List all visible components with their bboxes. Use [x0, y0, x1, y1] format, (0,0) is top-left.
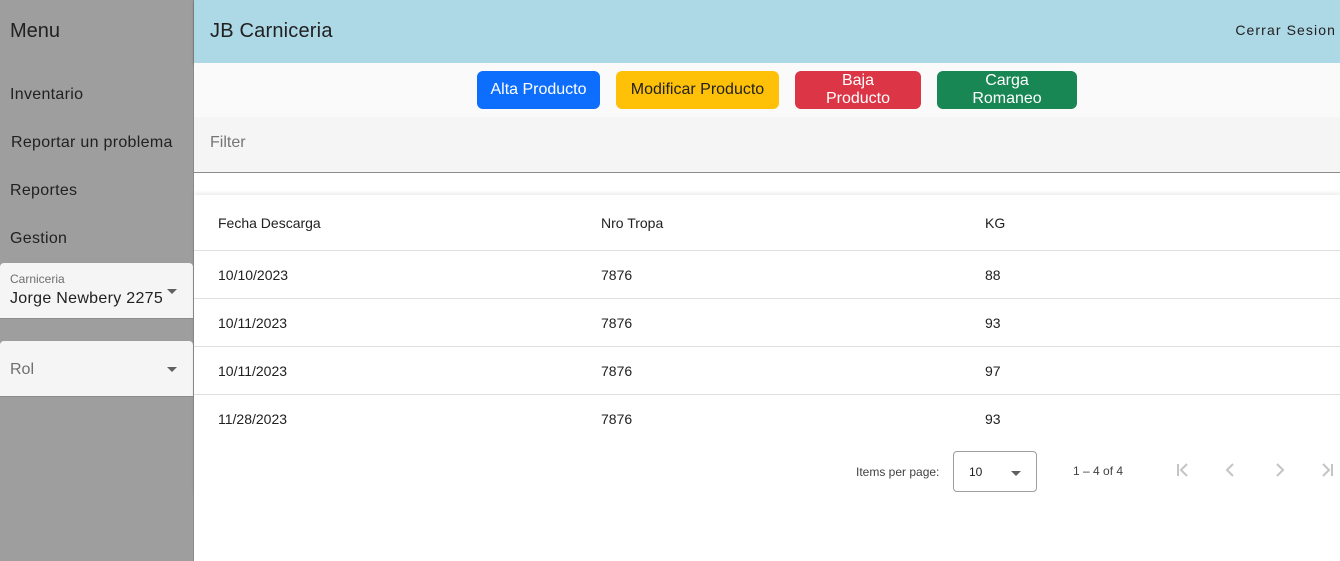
table-header-row: Fecha Descarga Nro Tropa KG [194, 195, 1340, 251]
cell-fecha-descarga: 10/11/2023 [218, 314, 288, 331]
last-page-icon[interactable] [1313, 457, 1340, 485]
sidebar-item-reportes[interactable]: Reportes [10, 182, 77, 200]
cell-nro-tropa: 7876 [601, 266, 633, 283]
sidebar-item-gestion[interactable]: Gestion [10, 230, 67, 248]
filter-input[interactable] [210, 134, 810, 152]
cell-kg: 88 [985, 266, 1001, 283]
column-header-kg[interactable]: KG [985, 215, 1005, 231]
column-header-fecha-descarga[interactable]: Fecha Descarga [218, 215, 321, 231]
paginator: Items per page: 10 1 – 4 of 4 [194, 447, 1340, 497]
items-per-page-label: Items per page: [856, 465, 940, 479]
column-header-nro-tropa[interactable]: Nro Tropa [601, 215, 663, 231]
table-row[interactable]: 11/28/2023 7876 93 [194, 395, 1340, 443]
modificar-producto-button[interactable]: Modificar Producto [616, 71, 779, 109]
table-row[interactable]: 10/10/2023 7876 88 [194, 251, 1340, 299]
table-row[interactable]: 10/11/2023 7876 97 [194, 347, 1340, 395]
carniceria-select[interactable]: Carniceria Jorge Newbery 2275 [0, 263, 193, 319]
first-page-icon[interactable] [1169, 457, 1197, 485]
rol-select[interactable]: Rol [0, 341, 193, 397]
cell-fecha-descarga: 10/11/2023 [218, 362, 288, 379]
menu-title: Menu [10, 20, 61, 42]
prev-page-glyph [1225, 463, 1234, 477]
carniceria-select-label: Carniceria [10, 272, 65, 286]
cell-nro-tropa: 7876 [601, 314, 633, 331]
action-bar: Alta Producto Modificar Producto Baja Pr… [194, 63, 1340, 117]
cell-fecha-descarga: 11/28/2023 [218, 411, 288, 427]
cell-kg: 93 [985, 411, 1001, 427]
first-page-glyph [1177, 463, 1188, 477]
baja-producto-button[interactable]: Baja Producto [795, 71, 921, 109]
cell-nro-tropa: 7876 [601, 362, 633, 379]
cell-nro-tropa: 7876 [601, 411, 633, 427]
last-page-glyph [1322, 463, 1333, 477]
app-title: JB Carniceria [210, 20, 333, 42]
prev-page-icon[interactable] [1217, 457, 1245, 485]
cell-kg: 97 [985, 362, 1001, 379]
page-range-label: 1 – 4 of 4 [1073, 464, 1124, 478]
next-page-icon[interactable] [1265, 457, 1293, 485]
alta-producto-button[interactable]: Alta Producto [477, 71, 600, 109]
dropdown-arrow-icon [167, 367, 177, 372]
cell-fecha-descarga: 10/10/2023 [218, 266, 289, 283]
dropdown-arrow-icon [167, 289, 177, 294]
rol-select-placeholder: Rol [10, 361, 35, 378]
top-toolbar: JB Carniceria Cerrar Sesion [194, 0, 1340, 63]
carga-romaneo-button[interactable]: Carga Romaneo [937, 71, 1077, 109]
logout-button[interactable]: Cerrar Sesion [1235, 22, 1336, 38]
sidebar-item-reportar-problema[interactable]: Reportar un problema [11, 134, 173, 152]
carniceria-select-value: Jorge Newbery 2275 [10, 290, 164, 307]
table-row[interactable]: 10/11/2023 7876 93 [194, 299, 1340, 347]
next-page-glyph [1276, 463, 1285, 477]
sidebar: Menu Inventario Reportar un problema Rep… [0, 0, 194, 561]
items-per-page-select[interactable]: 10 [953, 451, 1037, 492]
app-root: Menu Inventario Reportar un problema Rep… [0, 0, 1340, 561]
sidebar-item-inventario[interactable]: Inventario [10, 86, 83, 104]
items-per-page-value: 10 [969, 465, 983, 479]
cell-kg: 93 [985, 314, 1001, 331]
filter-field [194, 117, 1340, 173]
dropdown-arrow-icon [1011, 471, 1021, 476]
